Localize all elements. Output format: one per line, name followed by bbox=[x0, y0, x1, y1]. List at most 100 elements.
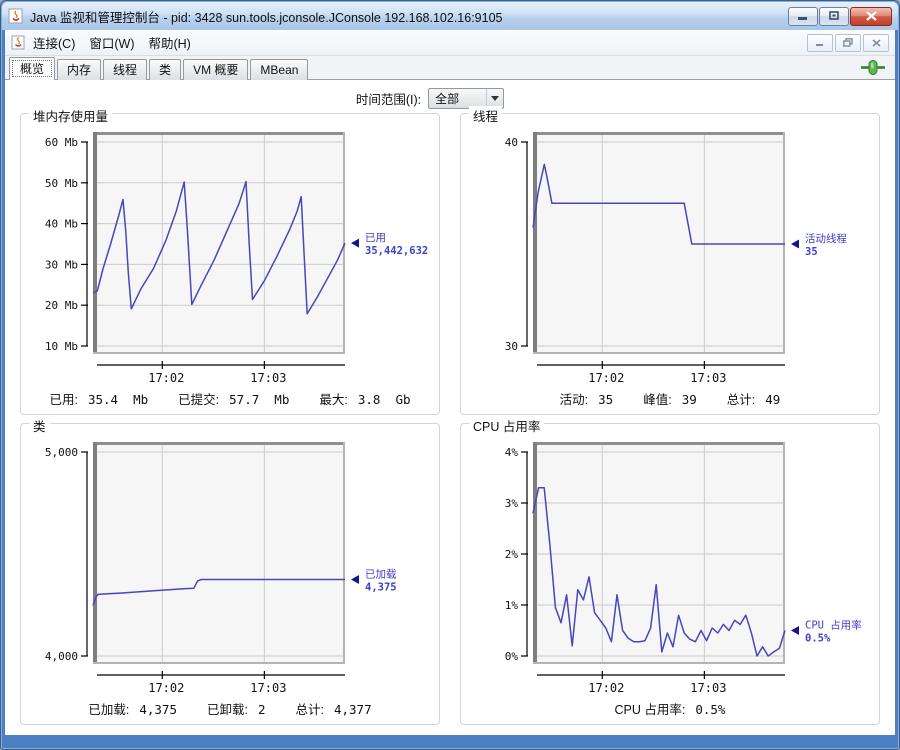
time-range-row: 时间范围(I): 全部 bbox=[5, 88, 855, 109]
stat-value: 3.8 Gb bbox=[358, 392, 411, 407]
y-tick-label: 20 Mb bbox=[45, 299, 78, 312]
threads-panel: 线程 403017:0217:03活动线程35 活动:35峰值:39总计:49 bbox=[460, 113, 880, 415]
app-icon bbox=[8, 8, 24, 24]
mdi-restore-icon bbox=[843, 38, 853, 47]
time-range-value: 全部 bbox=[429, 90, 486, 107]
legend-value: 4,375 bbox=[365, 582, 397, 594]
close-button[interactable] bbox=[850, 7, 892, 26]
mdi-close-button[interactable] bbox=[863, 34, 889, 52]
x-tick-label: 17:03 bbox=[250, 681, 286, 694]
stat-label: CPU 占用率: bbox=[615, 703, 686, 717]
mdi-restore-button[interactable] bbox=[835, 34, 861, 52]
y-tick-label: 4,000 bbox=[45, 650, 78, 663]
title-bar[interactable]: Java 监视和管理控制台 - pid: 3428 sun.tools.jcon… bbox=[2, 2, 898, 30]
legend-label: 活动线程 bbox=[805, 232, 847, 245]
menu-connect[interactable]: 连接(C) bbox=[26, 30, 82, 55]
classes-chart: 5,000 4,000 17:02 17:03 已加载4,375 bbox=[29, 436, 431, 694]
classes-stats: 已加载: 4,375 已卸载: 2 总计:4,377 bbox=[29, 694, 431, 718]
heap-memory-chart: 60 Mb50 Mb40 Mb30 Mb20 Mb10 Mb17:0217:03… bbox=[29, 126, 431, 384]
maximize-icon bbox=[829, 11, 840, 21]
y-tick-label: 40 bbox=[505, 136, 518, 149]
mdi-minimize-icon bbox=[816, 39, 824, 47]
y-tick-label: 30 Mb bbox=[45, 258, 78, 271]
y-tick-label: 5,000 bbox=[45, 446, 78, 459]
close-icon bbox=[866, 11, 877, 21]
legend-value: 35 bbox=[805, 246, 818, 258]
minimize-button[interactable] bbox=[788, 7, 818, 26]
panel-title: 线程 bbox=[469, 106, 502, 125]
stat-label: 已卸载: bbox=[207, 703, 248, 717]
stat-label: 活动: bbox=[560, 393, 588, 407]
chevron-down-icon bbox=[491, 96, 499, 101]
tab-classes[interactable]: 类 bbox=[149, 59, 181, 80]
threads-stats: 活动: 35 峰值: 39 总计:49 bbox=[469, 384, 871, 408]
y-tick-label: 60 Mb bbox=[45, 136, 78, 149]
minimize-icon bbox=[798, 12, 808, 21]
menu-help[interactable]: 帮助(H) bbox=[141, 30, 197, 55]
y-tick-label: 2% bbox=[505, 548, 519, 561]
x-tick-label: 17:02 bbox=[588, 681, 624, 694]
jconsole-window: Java 监视和管理控制台 - pid: 3428 sun.tools.jcon… bbox=[0, 0, 900, 750]
stat-value: 35.4 Mb bbox=[88, 392, 148, 407]
tab-overview[interactable]: 概览 bbox=[9, 57, 55, 80]
chart-svg-cpu: 4%3%2%1%0%17:0217:03CPU 占用率0.5% bbox=[469, 436, 871, 694]
tab-memory[interactable]: 内存 bbox=[57, 59, 101, 80]
heap-memory-stats: 已用:35.4 Mb已提交:57.7 Mb最大:3.8 Gb bbox=[29, 384, 431, 408]
stat-pair: CPU 占用率: 0.5% bbox=[615, 699, 726, 718]
stat-label: 峰值: bbox=[643, 393, 671, 407]
cpu-usage-panel: CPU 占用率 4%3%2%1%0%17:0217:03CPU 占用率0.5% … bbox=[460, 423, 880, 725]
stat-value: 49 bbox=[765, 392, 780, 407]
mdi-window-controls bbox=[807, 34, 889, 52]
panel-title: 堆内存使用量 bbox=[29, 106, 112, 125]
x-tick-label: 17:02 bbox=[148, 681, 184, 694]
menu-window[interactable]: 窗口(W) bbox=[82, 30, 141, 55]
legend-label: 已用 bbox=[365, 232, 386, 244]
legend-arrow-icon bbox=[351, 239, 359, 248]
y-tick-label: 1% bbox=[505, 599, 519, 612]
tab-threads[interactable]: 线程 bbox=[103, 59, 147, 80]
stat-pair: 已用: 35.4 Mb bbox=[49, 389, 148, 408]
legend-arrow-icon bbox=[791, 240, 799, 249]
y-tick-label: 10 Mb bbox=[45, 340, 78, 353]
y-tick-label: 30 bbox=[505, 340, 518, 353]
stat-value: 2 bbox=[258, 702, 266, 717]
legend-label: CPU 占用率 bbox=[805, 619, 862, 632]
tab-mbean[interactable]: MBean bbox=[250, 59, 308, 80]
stat-value: 57.7 Mb bbox=[229, 392, 289, 407]
threads-chart: 403017:0217:03活动线程35 bbox=[469, 126, 871, 384]
stat-pair: 总计:49 bbox=[727, 389, 781, 408]
y-tick-label: 50 Mb bbox=[45, 177, 78, 190]
window-title: Java 监视和管理控制台 - pid: 3428 sun.tools.jcon… bbox=[30, 7, 788, 26]
mdi-close-icon bbox=[872, 39, 881, 47]
stat-value: 35 bbox=[598, 392, 613, 407]
panel-title: CPU 占用率 bbox=[469, 416, 544, 435]
heap-memory-panel: 堆内存使用量 60 Mb50 Mb40 Mb30 Mb20 Mb10 Mb17:… bbox=[20, 113, 440, 415]
stat-pair: 最大:3.8 Gb bbox=[319, 389, 410, 408]
connection-status-icon bbox=[861, 60, 885, 75]
legend-arrow-icon bbox=[791, 626, 799, 635]
panel-title: 类 bbox=[29, 416, 50, 435]
menu-bar: 连接(C) 窗口(W) 帮助(H) bbox=[5, 30, 895, 56]
charts-grid: 堆内存使用量 60 Mb50 Mb40 Mb30 Mb20 Mb10 Mb17:… bbox=[5, 113, 895, 725]
stat-pair: 总计:4,377 bbox=[296, 699, 372, 718]
legend-arrow-icon bbox=[351, 575, 359, 584]
x-tick-label: 17:02 bbox=[588, 371, 624, 384]
x-tick-label: 17:03 bbox=[690, 681, 726, 694]
tab-vm-summary[interactable]: VM 概要 bbox=[183, 59, 248, 80]
chart-svg-threads: 403017:0217:03活动线程35 bbox=[469, 126, 871, 384]
chart-svg-classes: 5,000 4,000 17:02 17:03 已加载4,375 bbox=[29, 436, 431, 694]
y-tick-label: 40 Mb bbox=[45, 218, 78, 231]
y-tick-label: 3% bbox=[505, 497, 519, 510]
classes-panel: 类 5,0004,00017:0217:03已加载4,375 已加载:4,375… bbox=[20, 423, 440, 725]
stat-label: 已加载: bbox=[88, 703, 129, 717]
overview-panel: 时间范围(I): 全部 堆内存使用量 60 Mb 50 Mb 40 Mb 30 Mb 2… bbox=[5, 80, 895, 735]
stat-value: 4,375 bbox=[139, 702, 177, 717]
maximize-button[interactable] bbox=[819, 7, 849, 26]
legend-label: 已加载 bbox=[365, 569, 397, 581]
y-tick-label: 0% bbox=[505, 650, 519, 663]
stat-value: 0.5% bbox=[695, 702, 725, 717]
stat-label: 已用: bbox=[49, 393, 77, 407]
mdi-minimize-button[interactable] bbox=[807, 34, 833, 52]
stat-value: 39 bbox=[682, 392, 697, 407]
time-range-label: 时间范围(I): bbox=[356, 89, 421, 108]
